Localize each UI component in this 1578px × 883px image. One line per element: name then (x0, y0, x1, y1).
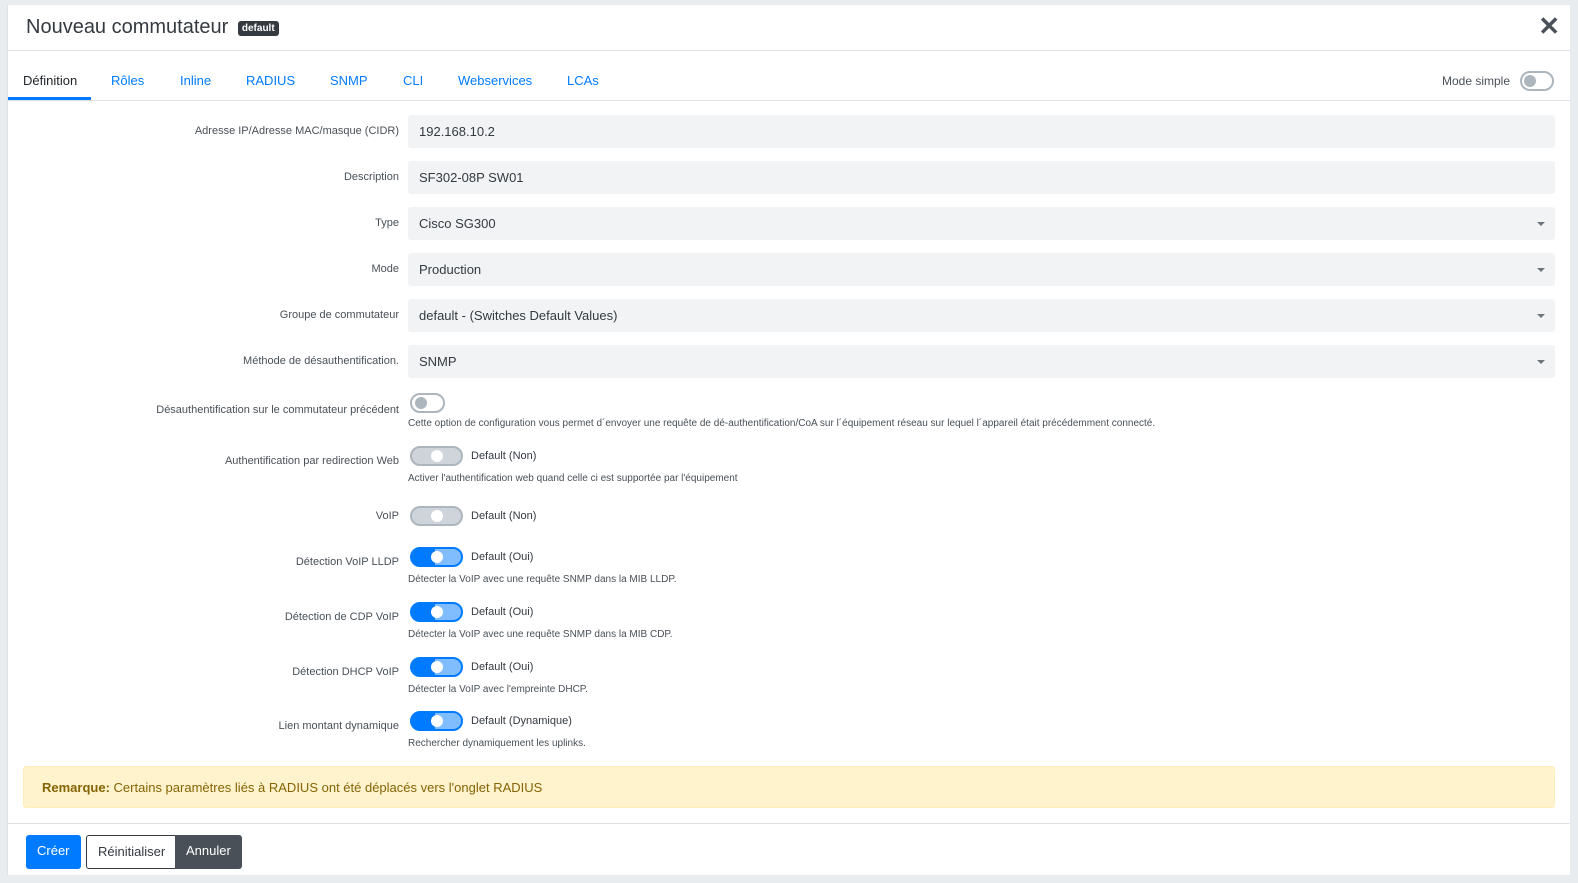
dhcp-default-text: Default (Oui) (471, 661, 534, 673)
mode-select[interactable]: Production (408, 253, 1555, 286)
tab-inline[interactable]: Inline (180, 73, 211, 88)
group-value: default - (Switches Default Values) (419, 308, 618, 323)
modal-header: Nouveau commutateur default ✕ (8, 5, 1570, 51)
reset-button[interactable]: Réinitialiser (86, 835, 178, 869)
web-auth-label: Authentification par redirection Web (224, 455, 399, 467)
alert-strong: Remarque: (42, 780, 110, 795)
chevron-down-icon (1537, 222, 1545, 226)
lldp-toggle[interactable] (410, 547, 463, 567)
mode-simple-control: Mode simple (1442, 71, 1554, 91)
previous-switch-help: Cette option de configuration vous perme… (408, 418, 1156, 429)
page-title: Nouveau commutateur (26, 16, 229, 38)
dhcp-label: Détection DHCP VoIP (292, 666, 399, 678)
cdp-label: Détection de CDP VoIP (284, 611, 399, 623)
deauth-label: Méthode de désauthentification. (243, 355, 399, 367)
dhcp-toggle[interactable] (410, 657, 463, 677)
web-auth-toggle[interactable] (410, 446, 463, 466)
uplink-label: Lien montant dynamique (278, 720, 399, 732)
mode-simple-toggle[interactable] (1520, 71, 1554, 91)
tab-webservices[interactable]: Webservices (458, 73, 532, 88)
tab-roles[interactable]: Rôles (111, 73, 144, 88)
modal-footer: Créer Réinitialiser Annuler (8, 823, 1570, 883)
deauth-value: SNMP (419, 354, 457, 369)
group-label: Groupe de commutateur (279, 309, 399, 321)
dhcp-help: Détecter la VoIP avec l'empreinte DHCP. (408, 684, 588, 695)
mode-value: Production (419, 262, 482, 277)
modal: Nouveau commutateur default ✕ Définition… (7, 5, 1570, 875)
ip-label: Adresse IP/Adresse MAC/masque (CIDR) (194, 125, 399, 137)
chevron-down-icon (1537, 314, 1545, 318)
tab-cli[interactable]: CLI (403, 73, 423, 88)
tab-radius[interactable]: RADIUS (246, 73, 295, 88)
uplink-help: Rechercher dynamiquement les uplinks. (408, 738, 586, 749)
cdp-toggle[interactable] (410, 602, 463, 622)
type-value: Cisco SG300 (419, 216, 496, 231)
uplink-default-text: Default (Dynamique) (471, 715, 572, 727)
create-button[interactable]: Créer (26, 835, 81, 869)
voip-default-text: Default (Non) (471, 510, 537, 522)
lldp-label: Détection VoIP LLDP (295, 556, 399, 568)
group-select[interactable]: default - (Switches Default Values) (408, 299, 1555, 332)
mode-simple-label: Mode simple (1441, 74, 1510, 88)
description-input[interactable]: SF302-08P SW01 (408, 161, 1555, 194)
cdp-default-text: Default (Oui) (471, 606, 534, 618)
radius-moved-alert: Remarque: Certains paramètres liés à RAD… (23, 766, 1555, 808)
active-tab-indicator (8, 97, 91, 100)
deauth-select[interactable]: SNMP (408, 345, 1555, 378)
web-auth-default-text: Default (Non) (471, 450, 537, 462)
voip-label: VoIP (375, 510, 399, 522)
chevron-down-icon (1537, 360, 1545, 364)
previous-switch-toggle[interactable] (410, 393, 445, 413)
cancel-button[interactable]: Annuler (175, 835, 242, 869)
uplink-toggle[interactable] (410, 711, 463, 731)
cdp-help: Détecter la VoIP avec une requête SNMP d… (408, 629, 673, 640)
tab-definition[interactable]: Définition (23, 73, 77, 88)
type-label: Type (375, 217, 399, 229)
voip-toggle[interactable] (410, 506, 463, 526)
ip-input[interactable]: 192.168.10.2 (408, 115, 1555, 148)
tab-lcas[interactable]: LCAs (567, 73, 599, 88)
previous-switch-label: Désauthentification sur le commutateur p… (156, 404, 399, 416)
lldp-default-text: Default (Oui) (471, 551, 534, 563)
web-auth-help: Activer l'authentification web quand cel… (408, 473, 738, 484)
modal-title: Nouveau commutateur default (26, 16, 279, 39)
default-badge: default (237, 21, 279, 36)
description-label: Description (343, 171, 399, 183)
tab-snmp[interactable]: SNMP (330, 73, 368, 88)
chevron-down-icon (1537, 268, 1545, 272)
alert-text: Certains paramètres liés à RADIUS ont ét… (109, 780, 543, 795)
mode-label: Mode (371, 263, 399, 275)
lldp-help: Détecter la VoIP avec une requête SNMP d… (408, 574, 677, 585)
type-select[interactable]: Cisco SG300 (408, 207, 1555, 240)
close-icon[interactable]: ✕ (1538, 13, 1560, 39)
tab-bar: Définition Rôles Inline RADIUS SNMP CLI … (8, 65, 1570, 101)
